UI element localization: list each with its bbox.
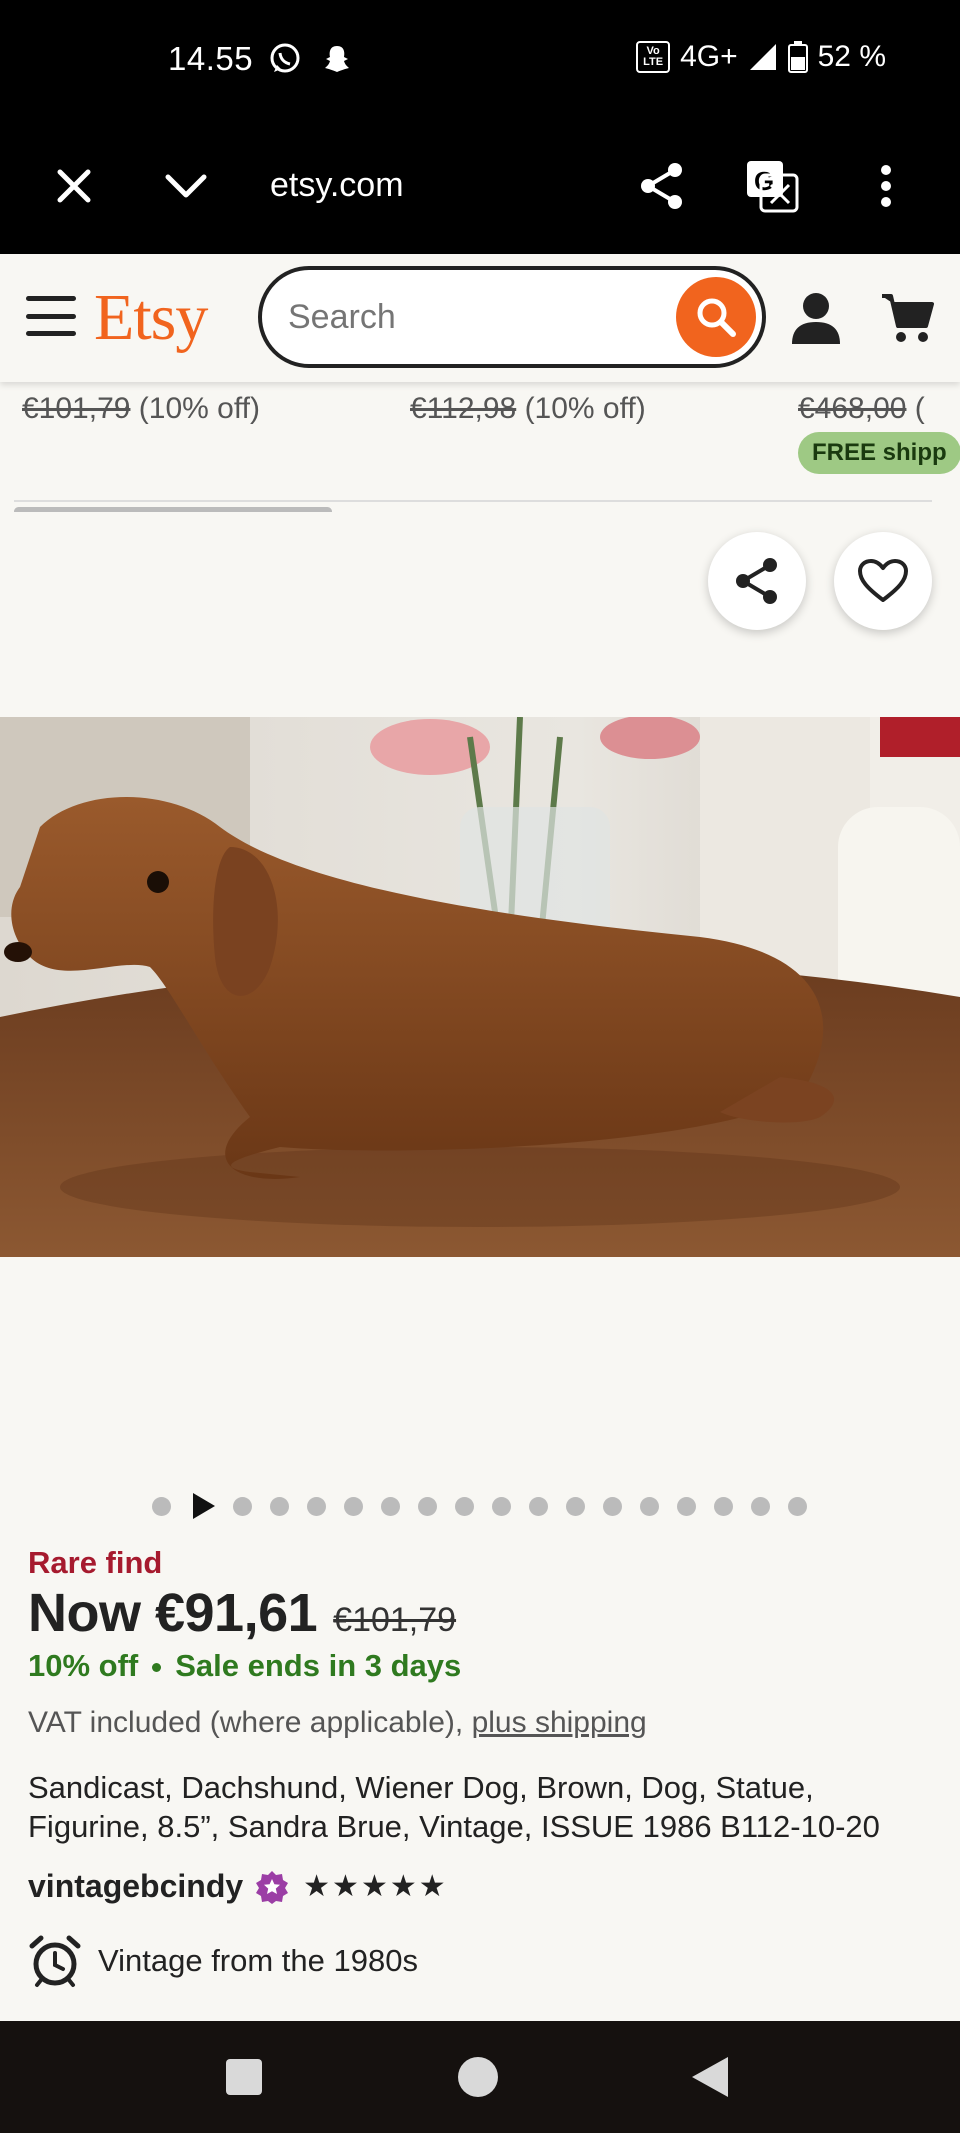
vat-info: VAT included (where applicable), plus sh… xyxy=(28,1706,647,1739)
svg-text:G: G xyxy=(754,166,774,196)
shop-info: vintagebcindy ★★★★★ xyxy=(28,1868,448,1905)
close-icon xyxy=(57,169,91,203)
share-page-button[interactable] xyxy=(634,158,690,214)
related-item[interactable]: €112,98 (10% off) xyxy=(410,392,646,426)
original-price: €101,79 xyxy=(333,1601,457,1639)
battery-icon xyxy=(787,41,808,73)
carousel-dot[interactable] xyxy=(640,1496,659,1516)
status-bar: 14.55 Vo LTE 4G+ 52 % xyxy=(0,0,960,118)
product-image[interactable] xyxy=(0,717,960,1257)
carousel-dot[interactable] xyxy=(152,1496,171,1516)
more-vertical-icon xyxy=(881,165,891,207)
shipping-link[interactable]: plus shipping xyxy=(472,1706,647,1739)
share-icon xyxy=(641,163,682,209)
carousel-dot[interactable] xyxy=(307,1496,326,1516)
sale-info: 10% off Sale ends in 3 days xyxy=(28,1648,461,1684)
chevron-down-icon xyxy=(165,174,207,198)
minimize-button[interactable] xyxy=(158,158,214,214)
cart-icon[interactable] xyxy=(880,290,936,346)
menu-icon[interactable] xyxy=(26,296,76,336)
network-type: 4G+ xyxy=(680,40,738,73)
carousel-dot[interactable] xyxy=(233,1496,252,1516)
back-icon[interactable] xyxy=(684,2051,736,2103)
site-header: Etsy xyxy=(0,254,960,382)
clock: 14.55 xyxy=(168,40,254,77)
search-button[interactable] xyxy=(676,277,756,357)
status-right: Vo LTE 4G+ 52 % xyxy=(636,40,886,74)
search-input[interactable] xyxy=(288,292,668,342)
carousel-scrollbar[interactable] xyxy=(14,507,332,512)
carousel-dot[interactable] xyxy=(381,1496,400,1516)
etsy-logo[interactable]: Etsy xyxy=(94,280,208,356)
shop-name-link[interactable]: vintagebcindy xyxy=(28,1868,243,1905)
search-bar xyxy=(258,266,766,368)
alarm-clock-icon xyxy=(29,1935,81,1987)
translate-button[interactable]: G xyxy=(744,158,800,214)
related-item[interactable]: €468,00 ( xyxy=(798,392,925,426)
related-items-carousel[interactable]: €101,79 (10% off) €112,98 (10% off) €468… xyxy=(0,382,960,512)
carousel-dot[interactable] xyxy=(455,1496,474,1516)
image-carousel-dots xyxy=(152,1493,825,1519)
vintage-info: Vintage from the 1980s xyxy=(28,1934,418,1988)
url-text[interactable]: etsy.com xyxy=(270,166,404,205)
browser-menu-button[interactable] xyxy=(858,158,914,214)
carousel-dot[interactable] xyxy=(344,1496,363,1516)
star-seller-badge-icon xyxy=(256,1870,289,1904)
snapchat-icon xyxy=(325,46,349,72)
listing-title: Sandicast, Dachshund, Wiener Dog, Brown,… xyxy=(28,1770,880,1844)
rare-find-label: Rare find xyxy=(28,1545,163,1580)
signal-icon xyxy=(749,44,776,70)
close-tab-button[interactable] xyxy=(46,158,102,214)
home-icon[interactable] xyxy=(452,2051,504,2103)
share-listing-button[interactable] xyxy=(708,532,806,630)
recents-icon[interactable] xyxy=(218,2051,270,2103)
vintage-label: Vintage from the 1980s xyxy=(98,1943,418,1978)
translate-icon: G xyxy=(747,161,799,213)
browser-toolbar: etsy.com G xyxy=(0,118,960,254)
free-shipping-badge: FREE shipp xyxy=(798,432,960,474)
favorite-button[interactable] xyxy=(834,532,932,630)
carousel-dot[interactable] xyxy=(677,1496,696,1516)
share-icon xyxy=(736,558,777,604)
carousel-dot[interactable] xyxy=(714,1496,733,1516)
heart-icon xyxy=(858,559,908,602)
system-navigation-bar xyxy=(0,2021,960,2133)
whatsapp-icon xyxy=(270,43,300,73)
carousel-dot[interactable] xyxy=(529,1496,548,1516)
carousel-dot[interactable] xyxy=(566,1496,585,1516)
carousel-dot[interactable] xyxy=(603,1496,622,1516)
volte-icon: Vo LTE xyxy=(636,41,671,73)
battery-level: 52 % xyxy=(817,40,886,73)
carousel-dot[interactable] xyxy=(788,1496,807,1516)
carousel-dot[interactable] xyxy=(270,1496,289,1516)
price-row: Now €91,61 €101,79 xyxy=(28,1582,456,1644)
search-icon xyxy=(697,298,736,337)
sale-ends-label: Sale ends in 3 days xyxy=(175,1648,462,1683)
video-play-icon[interactable] xyxy=(193,1493,215,1519)
current-price: Now €91,61 xyxy=(28,1583,318,1643)
discount-label: 10% off xyxy=(28,1648,139,1683)
carousel-dot[interactable] xyxy=(751,1496,770,1516)
carousel-dot[interactable] xyxy=(492,1496,511,1516)
account-icon[interactable] xyxy=(790,290,842,346)
dachshund-figurine-photo xyxy=(0,717,960,1257)
divider xyxy=(14,500,932,502)
carousel-dot[interactable] xyxy=(418,1496,437,1516)
related-item[interactable]: €101,79 (10% off) xyxy=(22,392,260,426)
rating-stars: ★★★★★ xyxy=(303,1870,448,1903)
